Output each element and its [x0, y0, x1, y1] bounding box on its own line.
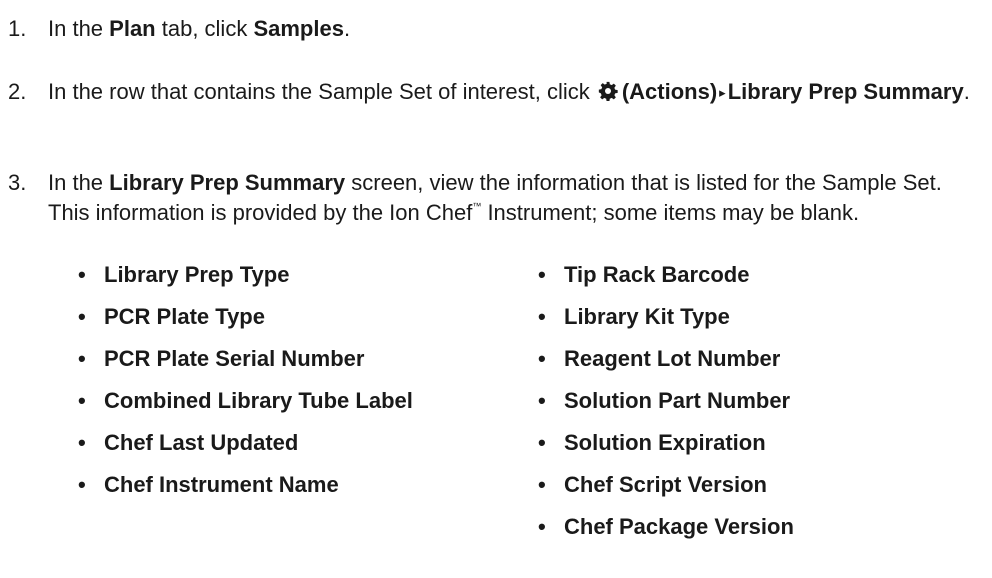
step-3: 3. In the Library Prep Summary screen, v…	[8, 168, 984, 228]
field-name: Combined Library Tube Label	[104, 388, 413, 413]
bullet: •	[538, 388, 546, 413]
list-item: • Solution Part Number	[538, 386, 794, 428]
bullet: •	[78, 430, 86, 455]
bullet: •	[538, 472, 546, 497]
bullet: •	[538, 262, 546, 287]
step-3-text: In the Library Prep Summary screen, view…	[48, 168, 984, 228]
list-item: • Chef Instrument Name	[78, 470, 413, 512]
list-item: • PCR Plate Serial Number	[78, 344, 413, 386]
list-item: • Chef Last Updated	[78, 428, 413, 470]
field-name: Reagent Lot Number	[564, 346, 781, 371]
step-text-run: In the	[48, 16, 110, 41]
field-name: PCR Plate Serial Number	[104, 346, 365, 371]
bullet: •	[78, 304, 86, 329]
library-prep-summary-term: Library Prep Summary	[109, 170, 346, 195]
list-item: • Solution Expiration	[538, 428, 794, 470]
step-text-run: In the	[48, 170, 110, 195]
step-text-run: .	[343, 16, 351, 41]
list-item: • Reagent Lot Number	[538, 344, 794, 386]
field-name: Solution Expiration	[564, 430, 766, 455]
trademark-mark: ™	[472, 201, 482, 211]
list-item: • Chef Script Version	[538, 470, 794, 512]
submenu-arrow-icon: ▸	[719, 85, 726, 100]
list-item: • PCR Plate Type	[78, 302, 413, 344]
step-1: 1. In the Plan tab, click Samples.	[8, 14, 984, 44]
list-item: • Library Kit Type	[538, 302, 794, 344]
field-name: Chef Script Version	[564, 472, 767, 497]
field-name: Solution Part Number	[564, 388, 791, 413]
bullet: •	[78, 388, 86, 413]
bullet: •	[538, 346, 546, 371]
list-item: • Combined Library Tube Label	[78, 386, 413, 428]
samples-term: Samples	[253, 16, 344, 41]
field-name: Tip Rack Barcode	[564, 262, 750, 287]
step-number: 2.	[8, 79, 27, 104]
step-2: 2. In the row that contains the Sample S…	[8, 77, 984, 108]
bullet: •	[78, 346, 86, 371]
list-item: • Tip Rack Barcode	[538, 260, 794, 302]
bullet: •	[78, 262, 86, 287]
field-name: Library Prep Type	[104, 262, 290, 287]
field-list-left: • Library Prep Type • PCR Plate Type • PCR …	[78, 260, 413, 512]
field-list: • Library Prep Type • PCR Plate Type • PCR …	[0, 260, 992, 578]
step-text-run: tab, click	[155, 16, 254, 41]
step-text-run: In the row that contains the Sample Set …	[48, 79, 596, 104]
step-1-text: In the Plan tab, click Samples.	[48, 14, 984, 44]
bullet: •	[538, 430, 546, 455]
field-name: PCR Plate Type	[104, 304, 265, 329]
step-2-text: In the row that contains the Sample Set …	[48, 77, 984, 108]
field-name: Chef Package Version	[564, 514, 794, 539]
field-list-right: • Tip Rack Barcode • Library Kit Type • Rea…	[538, 260, 794, 554]
field-name: Library Kit Type	[564, 304, 730, 329]
field-name: Chef Last Updated	[104, 430, 299, 455]
list-item: • Library Prep Type	[78, 260, 413, 302]
library-prep-summary-term: Library Prep Summary	[727, 79, 964, 104]
field-name: Chef Instrument Name	[104, 472, 339, 497]
bullet: •	[78, 472, 86, 497]
actions-term: (Actions)	[621, 79, 718, 104]
step-text-run: Instrument; some items may be blank.	[481, 200, 860, 225]
gear-icon	[598, 79, 618, 102]
bullet: •	[538, 304, 546, 329]
step-number: 3.	[8, 170, 27, 195]
list-item: • Chef Package Version	[538, 512, 794, 554]
bullet: •	[538, 514, 546, 539]
plan-tab-term: Plan	[109, 16, 156, 41]
step-number: 1.	[8, 16, 27, 41]
step-text-run: .	[963, 79, 970, 104]
